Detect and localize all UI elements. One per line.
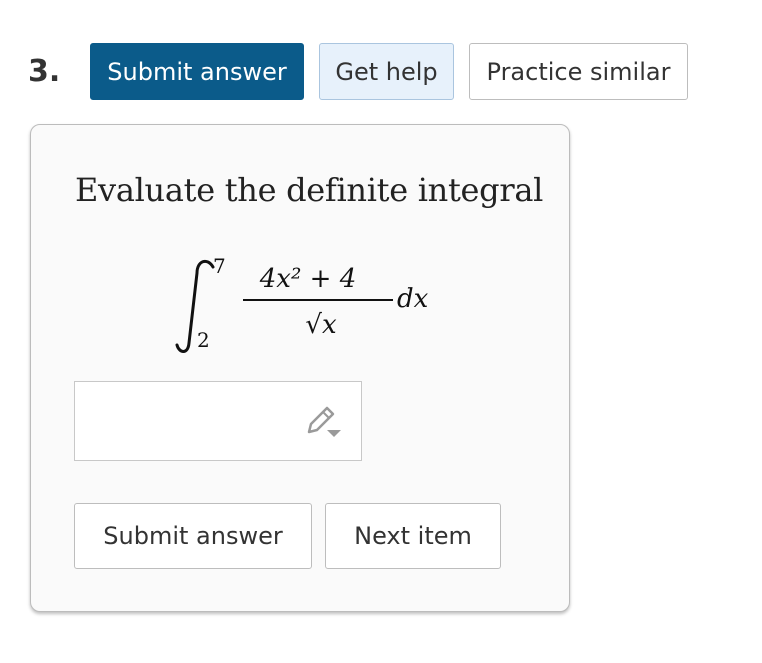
integral-svg: 7 2 4x² + 4 √x dx — [175, 254, 429, 353]
integral-denominator: √x — [305, 310, 337, 340]
question-card: Evaluate the definite integral 7 2 4x² +… — [30, 124, 570, 612]
submit-answer-button[interactable]: Submit answer — [90, 43, 304, 100]
pencil-edit-icon[interactable] — [303, 404, 343, 440]
question-prompt: Evaluate the definite integral — [75, 171, 544, 209]
practice-similar-button[interactable]: Practice similar — [469, 43, 688, 100]
integral-numerator: 4x² + 4 — [259, 264, 356, 294]
get-help-button[interactable]: Get help — [319, 43, 454, 100]
answer-input[interactable] — [74, 381, 362, 461]
submit-answer-button-bottom[interactable]: Submit answer — [74, 503, 312, 569]
integral-differential: dx — [397, 284, 429, 314]
question-page: 3. Submit answer Get help Practice simil… — [0, 0, 762, 663]
question-number: 3. — [28, 54, 61, 89]
integral-expression: 7 2 4x² + 4 √x dx — [171, 247, 431, 357]
next-item-button[interactable]: Next item — [325, 503, 501, 569]
integral-upper-limit: 7 — [213, 254, 226, 278]
integral-lower-limit: 2 — [197, 328, 210, 352]
